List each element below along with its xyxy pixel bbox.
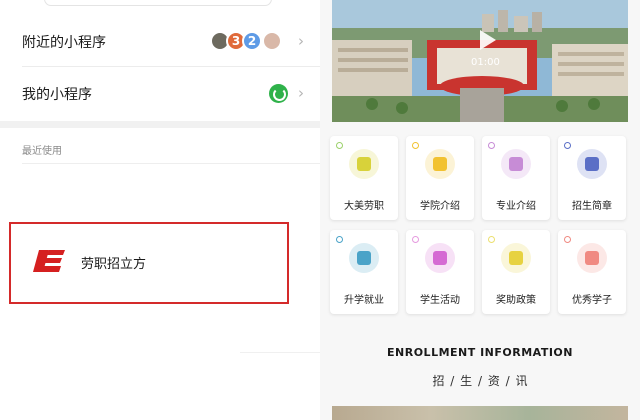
grid-item-admission-guide[interactable]: 招生简章 [558, 136, 626, 220]
grid-item-label: 优秀学子 [572, 295, 612, 306]
grid-item-label: 学院介绍 [420, 201, 460, 212]
divider [22, 66, 320, 67]
avatar [262, 31, 282, 51]
right-panel: 01:00 大美劳职 学院介绍 专业介绍 招生简章 升学就业 学生活动 奖助政策… [320, 0, 640, 420]
app-name: 劳职招立方 [81, 257, 147, 272]
section-separator [0, 121, 320, 128]
divider [22, 163, 320, 164]
grid-item-label: 奖助政策 [496, 295, 536, 306]
grid-item-label: 招生简章 [572, 201, 612, 212]
mini-program-item[interactable]: 劳职招立方 [9, 222, 289, 304]
graduation-cap-icon [501, 149, 531, 179]
news-image[interactable] [332, 406, 628, 420]
people-icon [425, 243, 455, 273]
search-bar-stub [44, 0, 272, 6]
campus-video[interactable]: 01:00 [332, 0, 628, 122]
grid-item-label: 学生活动 [420, 295, 460, 306]
left-panel: 附近的小程序 3 2 › 我的小程序 › 最近使用 劳职招立方 [0, 0, 320, 420]
document-icon [425, 149, 455, 179]
section-title: ENROLLMENT INFORMATION [387, 346, 573, 359]
dot-icon [336, 236, 343, 243]
grid-item-label: 大美劳职 [344, 201, 384, 212]
grid-item-label: 专业介绍 [496, 201, 536, 212]
recent-used-label: 最近使用 [22, 146, 62, 157]
mini-program-logo-icon [269, 84, 288, 103]
building-icon [349, 149, 379, 179]
play-icon[interactable] [480, 30, 496, 50]
app-logo-icon [33, 250, 65, 272]
dot-icon [564, 236, 571, 243]
dot-icon [488, 142, 495, 149]
grid-item-label: 升学就业 [344, 295, 384, 306]
grid-item-college-intro[interactable]: 学院介绍 [406, 136, 474, 220]
info-icon [577, 149, 607, 179]
grid-item-career[interactable]: 升学就业 [330, 230, 398, 314]
dot-icon [488, 236, 495, 243]
dot-icon [412, 236, 419, 243]
nearby-mini-programs-row[interactable]: 附近的小程序 3 2 › [8, 17, 320, 67]
dot-icon [412, 142, 419, 149]
chevron-right-icon: › [298, 84, 304, 102]
my-mini-programs-row[interactable]: 我的小程序 › [8, 69, 320, 119]
grid-item-scholarship[interactable]: 奖助政策 [482, 230, 550, 314]
my-mini-programs-label: 我的小程序 [22, 87, 92, 103]
divider [240, 352, 320, 353]
briefcase-icon [349, 243, 379, 273]
section-subtitle: 招 / 生 / 资 / 讯 [432, 374, 528, 388]
dot-icon [336, 142, 343, 149]
avatar: 2 [242, 31, 262, 51]
grid-item-student-activities[interactable]: 学生活动 [406, 230, 474, 314]
chevron-right-icon: › [298, 32, 304, 50]
award-icon [501, 243, 531, 273]
nearby-mini-programs-label: 附近的小程序 [22, 35, 106, 51]
student-icon [577, 243, 607, 273]
video-time: 01:00 [471, 57, 500, 68]
dot-icon [564, 142, 571, 149]
grid-item-campus[interactable]: 大美劳职 [330, 136, 398, 220]
grid-item-major-intro[interactable]: 专业介绍 [482, 136, 550, 220]
grid-item-excellent-students[interactable]: 优秀学子 [558, 230, 626, 314]
